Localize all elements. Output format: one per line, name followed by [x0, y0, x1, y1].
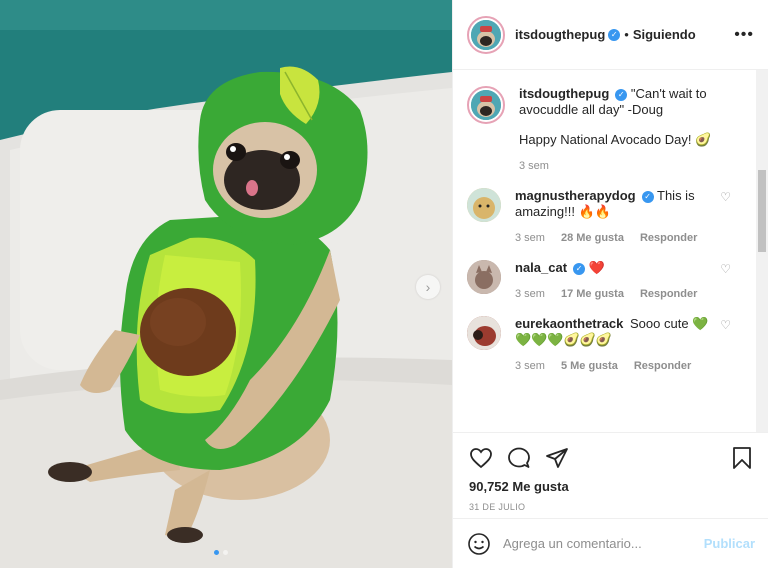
caption-username[interactable]: itsdougthepug	[519, 86, 609, 101]
caption-body: itsdougthepug ✓ "Can't wait to avocuddle …	[519, 86, 719, 174]
post-details-panel: itsdougthepug ✓ • Siguiendo ••• itsdougt…	[452, 0, 768, 568]
comment-bubble-icon[interactable]	[507, 446, 531, 470]
scrollbar-thumb[interactable]	[758, 170, 766, 252]
dog-avatar-icon	[467, 188, 501, 222]
post-actions: 90,752 Me gusta 31 DE JULIO	[453, 432, 768, 512]
carousel-dot	[223, 550, 228, 555]
comment-username[interactable]: eurekaonthetrack	[515, 316, 623, 331]
comment-likes[interactable]: 17 Me gusta	[561, 286, 624, 302]
caption-line2: Happy National Avocado Day! 🥑	[519, 132, 712, 147]
emoji-icon[interactable]	[467, 532, 491, 556]
reply-button[interactable]: Responder	[640, 286, 697, 302]
following-button[interactable]: Siguiendo	[633, 27, 696, 42]
comment-input[interactable]	[503, 536, 704, 551]
more-options-icon[interactable]: •••	[734, 26, 754, 44]
like-comment-heart-icon[interactable]: ♡	[720, 190, 731, 204]
caption-avatar[interactable]	[467, 86, 505, 124]
dog-avatar-icon	[467, 316, 501, 350]
likes-count[interactable]: 90,752 Me gusta	[469, 479, 753, 494]
reply-button[interactable]: Responder	[634, 358, 691, 374]
author-username[interactable]: itsdougthepug	[515, 27, 605, 42]
comment-likes[interactable]: 5 Me gusta	[561, 358, 618, 374]
verified-badge-icon: ✓	[608, 28, 621, 41]
like-comment-heart-icon[interactable]: ♡	[720, 318, 731, 332]
carousel-indicator	[214, 550, 228, 555]
add-comment-bar: Publicar	[453, 518, 768, 568]
comment-time[interactable]: 3 sem	[515, 286, 545, 302]
caption: itsdougthepug ✓ "Can't wait to avocuddle …	[467, 86, 743, 174]
comments-list[interactable]: itsdougthepug ✓ "Can't wait to avocuddle …	[453, 70, 757, 432]
carousel-next-button[interactable]: ›	[416, 275, 440, 299]
verified-badge-icon: ✓	[641, 190, 654, 203]
comment-text: ❤️	[588, 260, 605, 275]
cat-avatar-icon	[467, 260, 501, 294]
comment-item: magnustherapydog ✓ This is amazing!!! 🔥🔥 …	[467, 188, 743, 246]
comment-time[interactable]: 3 sem	[515, 230, 545, 246]
publish-button[interactable]: Publicar	[704, 536, 755, 551]
comments-scrollbar[interactable]	[756, 70, 768, 432]
share-send-icon[interactable]	[545, 446, 569, 470]
reply-button[interactable]: Responder	[640, 230, 697, 246]
comment-time[interactable]: 3 sem	[515, 358, 545, 374]
save-bookmark-icon[interactable]	[731, 446, 753, 470]
verified-badge-icon: ✓	[573, 262, 586, 275]
comment-item: nala_cat ✓ ❤️ 3 sem 17 Me gusta Responder…	[467, 260, 743, 302]
separator-dot: •	[624, 27, 629, 42]
author-avatar[interactable]	[467, 15, 505, 54]
pug-avatar-icon	[471, 19, 501, 50]
verified-badge-icon: ✓	[615, 88, 628, 101]
comment-item: eurekaonthetrack Sooo cute 💚💚💚💚🥑🥑🥑 3 sem…	[467, 316, 743, 374]
commenter-avatar[interactable]	[467, 260, 501, 294]
pug-avatar-icon	[471, 90, 501, 120]
comment-username[interactable]: magnustherapydog	[515, 188, 636, 203]
like-heart-icon[interactable]	[469, 446, 493, 470]
commenter-avatar[interactable]	[467, 188, 501, 222]
commenter-avatar[interactable]	[467, 316, 501, 350]
post-photo[interactable]: ›	[0, 0, 452, 568]
comment-likes[interactable]: 28 Me gusta	[561, 230, 624, 246]
pug-avocado-costume-image	[0, 0, 452, 568]
like-comment-heart-icon[interactable]: ♡	[720, 262, 731, 276]
comment-username[interactable]: nala_cat	[515, 260, 567, 275]
post-header: itsdougthepug ✓ • Siguiendo •••	[453, 0, 768, 70]
caption-time[interactable]: 3 sem	[519, 158, 549, 174]
post-date[interactable]: 31 DE JULIO	[469, 502, 753, 512]
carousel-dot-active	[214, 550, 219, 555]
